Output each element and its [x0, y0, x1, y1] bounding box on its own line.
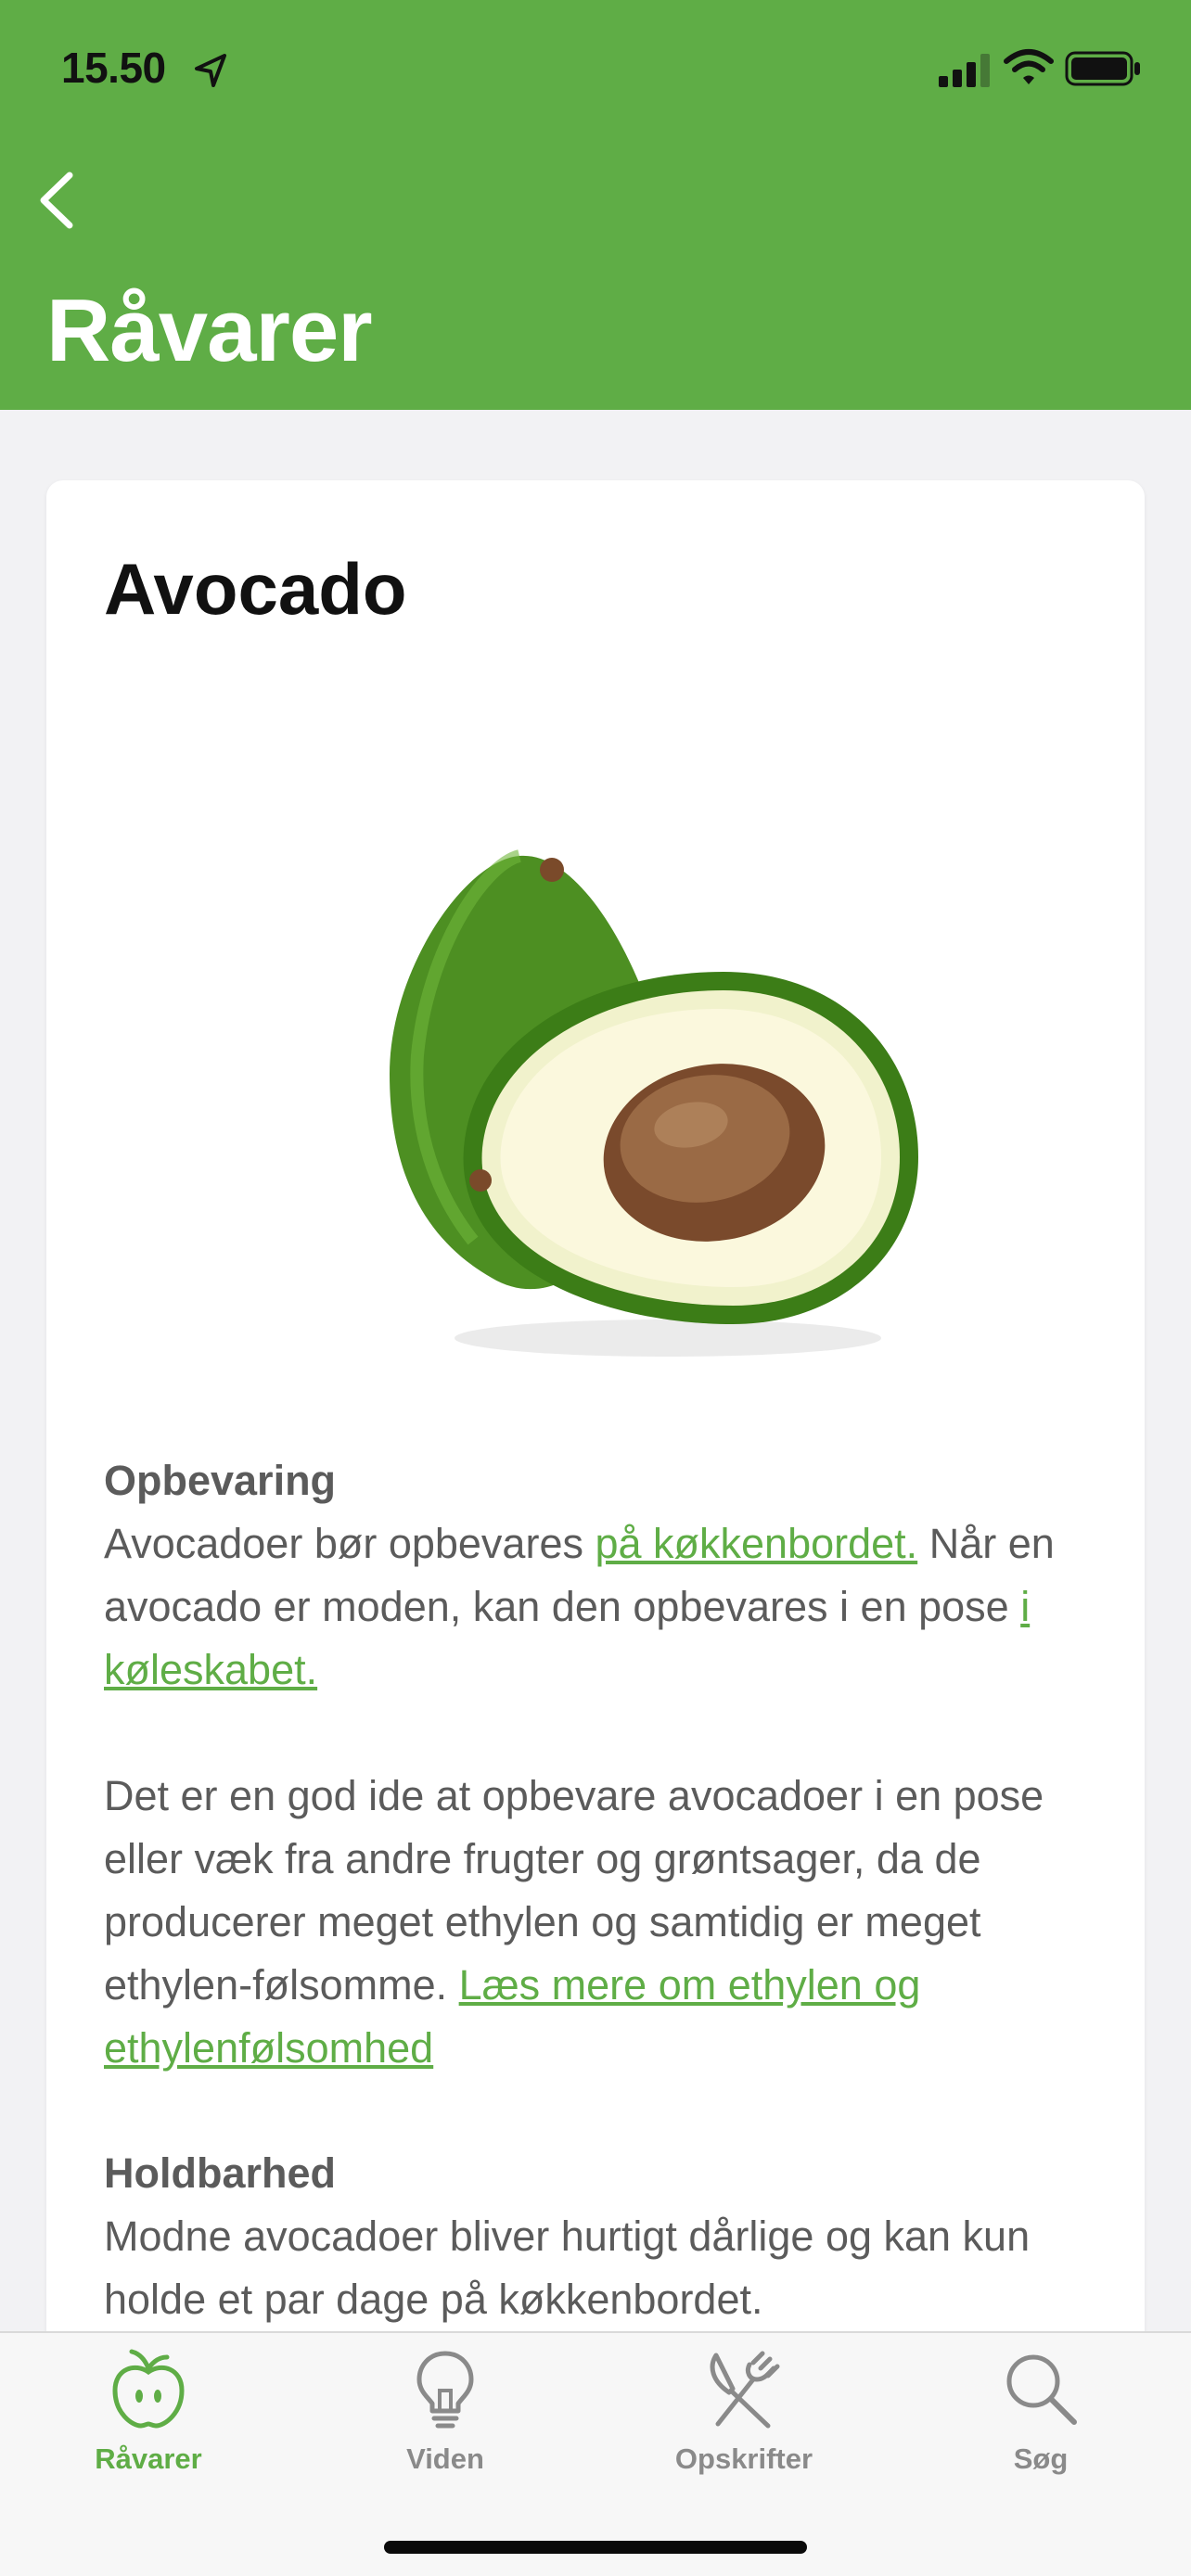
storage-text-1: Avocadoer bør opbevares	[104, 1520, 596, 1567]
tab-opskrifter[interactable]: Opskrifter	[651, 2348, 837, 2478]
avocado-image	[390, 849, 918, 1357]
back-button[interactable]	[19, 163, 93, 237]
search-icon	[1006, 2354, 1077, 2425]
tab-viden[interactable]: Viden	[352, 2348, 538, 2478]
home-indicator	[384, 2541, 807, 2554]
chevron-left-icon	[40, 172, 73, 229]
tab-label: Opskrifter	[674, 2442, 813, 2475]
navigation-header: 15.50 Råvarer	[0, 0, 1191, 410]
shelf-life-heading: Holdbarhed	[104, 2149, 337, 2197]
lightbulb-icon	[416, 2351, 474, 2429]
storage-section: Opbevaring Avocadoer bør opbevares på kø…	[104, 1449, 1106, 1702]
shelf-life-text: Modne avocadoer bliver hurtigt dårlige o…	[104, 2213, 1031, 2323]
status-time: 15.50	[61, 44, 166, 92]
storage-heading: Opbevaring	[104, 1457, 337, 1504]
apple-icon	[112, 2349, 185, 2429]
produce-card: Avocado Opbevaring Avocadoer bør opbevar…	[46, 480, 1145, 2428]
tab-bar: Råvarer Viden Opskrifter Søg	[0, 2331, 1191, 2576]
tab-label: Råvarer	[95, 2442, 202, 2475]
kitchen-counter-link[interactable]: på køkkenbordet.	[595, 1520, 917, 1567]
signal-icon	[939, 54, 990, 87]
shelf-life-section: Holdbarhed Modne avocadoer bliver hurtig…	[104, 2142, 1106, 2331]
page-title: Råvarer	[46, 281, 373, 380]
wifi-icon	[1004, 49, 1054, 84]
tab-sog[interactable]: Søg	[948, 2348, 1133, 2478]
fork-knife-icon	[710, 2351, 780, 2429]
tab-label: Søg	[1013, 2442, 1069, 2475]
tab-label: Viden	[406, 2442, 484, 2475]
tab-ravarer[interactable]: Råvarer	[56, 2348, 241, 2478]
ethylene-section: Det er en god ide at opbevare avocadoer …	[104, 1765, 1106, 2080]
battery-icon	[1065, 51, 1140, 86]
card-title: Avocado	[104, 548, 407, 630]
location-arrow-icon	[195, 54, 226, 87]
